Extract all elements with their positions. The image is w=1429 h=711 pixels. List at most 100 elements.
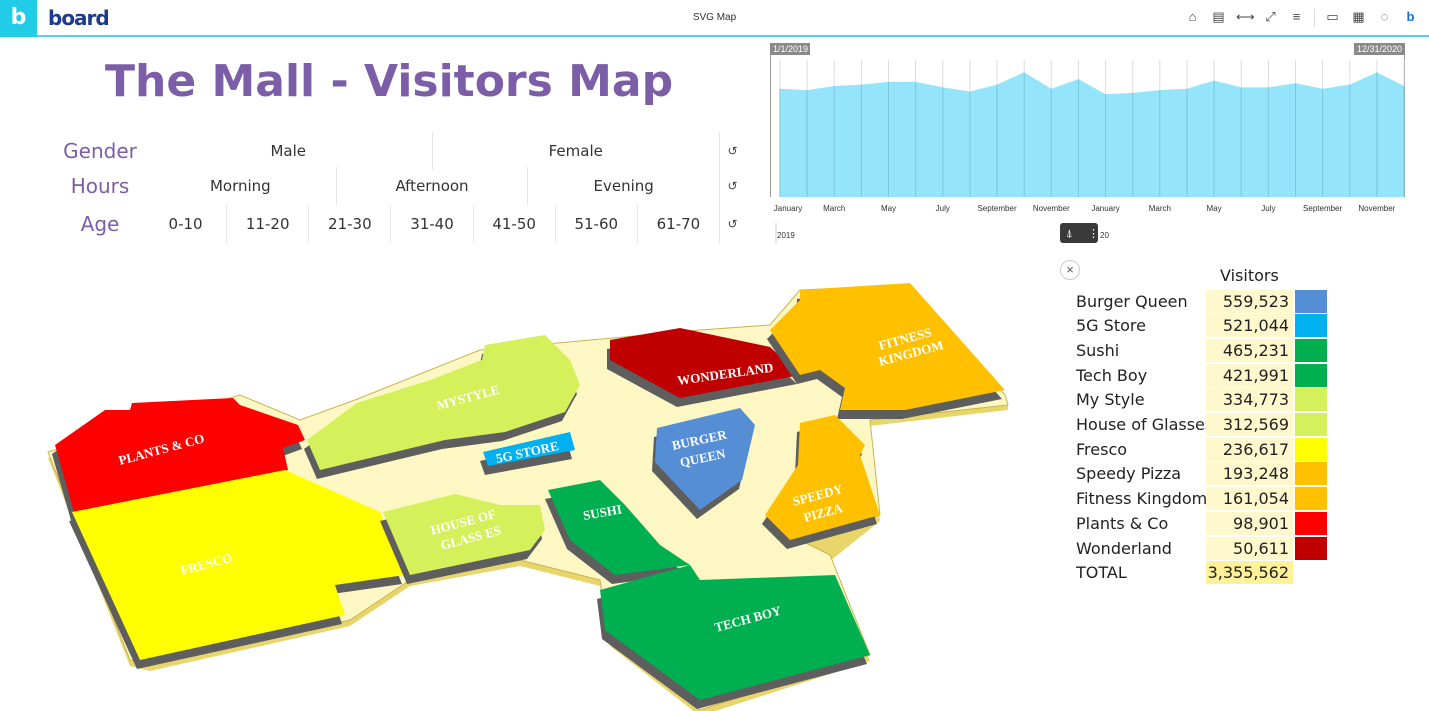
store-name: My Style	[1076, 390, 1145, 410]
timeline-chart[interactable]: 1/1/2019 12/31/2020 January March May July S…	[770, 40, 1410, 250]
store-name: Plants & Co	[1076, 513, 1169, 533]
reset-icon[interactable]: ↺	[720, 179, 745, 193]
table-row[interactable]: Fitness Kingdom 161,054	[1076, 487, 1327, 511]
color-swatch	[1295, 511, 1327, 535]
color-swatch	[1295, 536, 1327, 560]
x-tick-label: May	[1207, 204, 1222, 213]
filter-option-age[interactable]: 41-50	[474, 205, 556, 243]
table-row[interactable]: Wonderland 50,611	[1076, 536, 1327, 560]
total-row: TOTAL 3,355,562	[1076, 561, 1293, 585]
filter-option-age[interactable]: 51-60	[556, 205, 638, 243]
range-end-label: 12/31/2020	[1357, 44, 1402, 54]
visitors-value: 521,044	[1206, 314, 1293, 338]
home-icon[interactable]: ⌂	[1184, 9, 1201, 27]
fit-width-icon[interactable]: ⟷	[1236, 9, 1255, 27]
filter-option-female[interactable]: Female	[433, 132, 720, 170]
visitors-value: 312,569	[1206, 413, 1293, 436]
pin-icon[interactable]: ⍋	[1066, 228, 1073, 240]
filter-option-age[interactable]: 11-20	[227, 205, 310, 243]
reset-icon[interactable]: ↺	[720, 217, 745, 231]
top-bar: b board SVG Map ⌂ ▤ ⟷ ⤢ ≡ ▭ ▦ ◌ b	[0, 0, 1429, 37]
color-swatch	[1295, 413, 1327, 436]
page-title: The Mall - Visitors Map	[105, 56, 674, 107]
x-tick-label: September	[1303, 204, 1342, 213]
mall-map: PLANTS & CO FRESCO MYSTYLE HOUSE OF GLAS…	[47, 283, 1009, 711]
table-row[interactable]: Fresco 236,617	[1076, 437, 1327, 461]
table-row[interactable]: Sushi 465,231	[1076, 338, 1327, 362]
x-tick-label: November	[1358, 204, 1395, 213]
more-icon[interactable]: ⋮	[1088, 228, 1099, 240]
color-swatch	[1295, 487, 1327, 511]
table-row[interactable]: Speedy Pizza 193,248	[1076, 462, 1327, 486]
visitors-value: 98,901	[1206, 511, 1293, 535]
reset-icon[interactable]: ↺	[720, 144, 745, 158]
x-tick-label: January	[1091, 204, 1119, 213]
filter-label: Age	[80, 212, 120, 236]
table-row[interactable]: Burger Queen 559,523	[1076, 289, 1327, 313]
store-shape[interactable]	[600, 565, 870, 700]
store-name: Burger Queen	[1076, 291, 1188, 311]
filter-option-age[interactable]: 61-70	[638, 205, 720, 243]
notes-icon[interactable]: ▭	[1324, 9, 1341, 27]
visitors-value: 50,611	[1206, 536, 1293, 560]
age-filter: Age 0-10 11-20 21-30 31-40 41-50 51-60 6…	[55, 205, 745, 243]
divider	[1314, 9, 1315, 27]
color-swatch	[1295, 388, 1327, 412]
filter-option-evening[interactable]: Evening	[528, 167, 721, 205]
table-row[interactable]: My Style 334,773	[1076, 388, 1327, 412]
hours-filter: Hours Morning Afternoon Evening ↺	[55, 167, 745, 205]
calculator-icon[interactable]: ▦	[1350, 9, 1367, 27]
visitors-value: 559,523	[1206, 289, 1293, 313]
table-row[interactable]: Tech Boy 421,991	[1076, 363, 1327, 387]
color-swatch	[1295, 462, 1327, 486]
color-swatch	[1295, 338, 1327, 362]
store-name: Speedy Pizza	[1076, 464, 1182, 484]
x-tick-label: July	[1261, 204, 1275, 213]
menu-icon[interactable]: ≡	[1288, 9, 1305, 27]
table-row[interactable]: 5G Store 521,044	[1076, 314, 1327, 338]
filter-option-morning[interactable]: Morning	[145, 167, 337, 205]
filter-option-age[interactable]: 0-10	[145, 205, 228, 243]
comment-icon[interactable]: ◌	[1376, 9, 1393, 27]
x-tick-label: November	[1033, 204, 1070, 213]
x-tick-label: July	[936, 204, 950, 213]
table-row[interactable]: House of Glasses 312,569	[1076, 413, 1327, 437]
x-tick-label: May	[881, 204, 896, 213]
layout-icon[interactable]: ▤	[1210, 9, 1227, 27]
color-swatch	[1295, 363, 1327, 387]
filter-option-age[interactable]: 31-40	[391, 205, 474, 243]
store-name: Fresco	[1076, 439, 1128, 459]
visitors-area	[780, 72, 1404, 197]
board-icon[interactable]: b	[1402, 9, 1419, 27]
fullscreen-icon[interactable]: ⤢	[1262, 9, 1279, 27]
total-value: 3,355,562	[1206, 561, 1293, 585]
visitors-value: 236,617	[1206, 437, 1293, 461]
filter-option-male[interactable]: Male	[145, 132, 433, 170]
x-tick-label: January	[774, 204, 802, 213]
x-tick-label: September	[977, 204, 1016, 213]
store-name: House of Glasses	[1076, 415, 1206, 434]
filter-label: Gender	[63, 139, 137, 163]
gender-filter: Gender Male Female ↺	[55, 132, 745, 170]
color-swatch	[1295, 314, 1327, 338]
close-icon[interactable]: ×	[1060, 260, 1080, 280]
range-start-label: 1/1/2019	[773, 44, 808, 54]
x-tick-label: March	[1149, 204, 1171, 213]
visitors-value: 193,248	[1206, 462, 1293, 486]
year-label: 2019	[777, 231, 795, 240]
column-header: Visitors	[1220, 266, 1279, 285]
filter-option-age[interactable]: 21-30	[309, 205, 392, 243]
filter-option-afternoon[interactable]: Afternoon	[337, 167, 529, 205]
visitors-value: 465,231	[1206, 338, 1293, 362]
store-name: Wonderland	[1076, 538, 1172, 558]
store-name: 5G Store	[1076, 316, 1146, 336]
year-label-fragment: 20	[1100, 231, 1109, 240]
visitors-value: 421,991	[1206, 363, 1293, 387]
color-swatch	[1295, 289, 1327, 313]
filter-label: Hours	[70, 174, 130, 198]
store-name: Fitness Kingdom	[1076, 489, 1206, 509]
total-label: TOTAL	[1076, 563, 1127, 583]
store-name: Tech Boy	[1076, 365, 1148, 385]
table-row[interactable]: Plants & Co 98,901	[1076, 511, 1327, 535]
store-tech-boy[interactable]	[597, 565, 870, 709]
